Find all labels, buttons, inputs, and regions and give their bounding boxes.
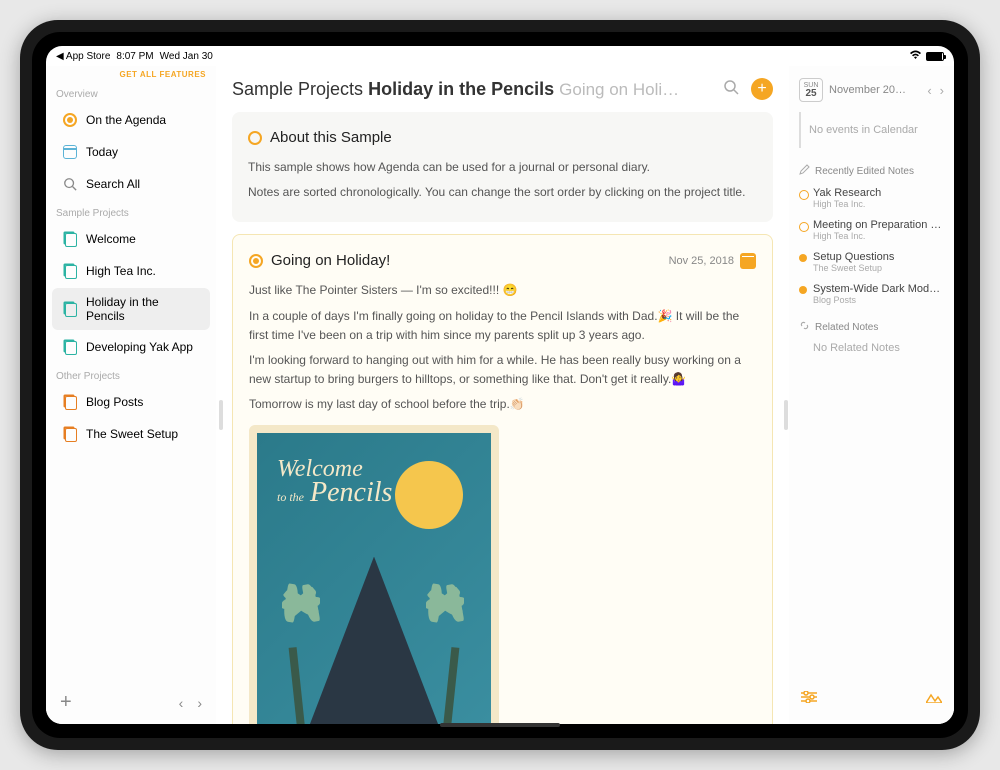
project-icon — [62, 231, 78, 247]
note-title: Going on Holiday! — [271, 249, 390, 273]
status-date: Wed Jan 30 — [160, 51, 213, 62]
calendar-icon — [62, 144, 78, 160]
search-button[interactable] — [723, 79, 739, 100]
project-icon — [62, 263, 78, 279]
status-time: 8:07 PM — [116, 51, 153, 62]
agenda-icon — [62, 112, 78, 128]
breadcrumb-next: Going on Holi… — [559, 80, 679, 99]
note-date-text: Nov 25, 2018 — [669, 253, 734, 271]
note-status-icon — [248, 131, 262, 145]
note-body-text: I'm looking forward to hanging out with … — [249, 351, 756, 389]
note-body-text: Tomorrow is my last day of school before… — [249, 395, 756, 414]
no-events-label: No events in Calendar — [799, 112, 944, 148]
scroll-indicator — [784, 400, 788, 430]
battery-icon — [926, 52, 944, 61]
sidebar-item-on-the-agenda[interactable]: On the Agenda — [52, 105, 210, 135]
main-header: Sample Projects Holiday in the Pencils G… — [216, 66, 789, 112]
right-panel: SUN 25 November 20… ‹ › No events in Cal… — [789, 66, 954, 724]
status-bar: ◀ App Store 8:07 PM Wed Jan 30 — [46, 46, 954, 66]
pencil-icon — [799, 164, 810, 178]
calendar-assigned-icon[interactable] — [740, 253, 756, 269]
settings-icon[interactable] — [801, 690, 817, 706]
wifi-icon — [909, 50, 922, 63]
sidebar-item-label: Blog Posts — [86, 395, 143, 409]
recent-note-setup-questions[interactable]: Setup Questions The Sweet Setup — [789, 246, 954, 278]
note-about-sample[interactable]: About this Sample This sample shows how … — [232, 112, 773, 222]
cal-next-button[interactable]: › — [940, 83, 944, 98]
postcard-image: Welcome to the Pencils — [249, 425, 499, 725]
section-other-projects: Other Projects — [46, 363, 216, 386]
mini-calendar-icon[interactable]: SUN 25 — [799, 78, 823, 102]
project-icon — [62, 394, 78, 410]
project-icon — [62, 339, 78, 355]
new-note-button[interactable]: + — [751, 78, 773, 100]
month-label[interactable]: November 20… — [829, 84, 921, 96]
sidebar-item-holiday-pencils[interactable]: Holiday in the Pencils — [52, 288, 210, 330]
section-sample-projects: Sample Projects — [46, 200, 216, 223]
nav-forward-button[interactable]: › — [197, 695, 202, 711]
note-status-icon — [249, 254, 263, 268]
back-to-app[interactable]: ◀ App Store — [56, 51, 110, 62]
sidebar-item-welcome[interactable]: Welcome — [52, 224, 210, 254]
main-content: Sample Projects Holiday in the Pencils G… — [216, 66, 789, 724]
sidebar-item-search-all[interactable]: Search All — [52, 169, 210, 199]
breadcrumb-title: Holiday in the Pencils — [368, 79, 554, 99]
sidebar-item-label: Welcome — [86, 232, 136, 246]
scroll-indicator — [219, 400, 223, 430]
image-icon[interactable] — [926, 690, 942, 706]
sidebar-item-label: The Sweet Setup — [86, 427, 178, 441]
sidebar-item-label: On the Agenda — [86, 113, 166, 127]
sidebar-item-sweet-setup[interactable]: The Sweet Setup — [52, 419, 210, 449]
sidebar-item-high-tea[interactable]: High Tea Inc. — [52, 256, 210, 286]
note-going-on-holiday[interactable]: Going on Holiday! Nov 25, 2018 Just like… — [232, 234, 773, 724]
search-icon — [62, 176, 78, 192]
recent-note-meeting-prep[interactable]: Meeting on Preparation f… High Tea Inc. — [789, 214, 954, 246]
ipad-frame: ◀ App Store 8:07 PM Wed Jan 30 GET ALL F… — [20, 20, 980, 750]
add-project-button[interactable]: + — [60, 691, 72, 714]
note-body-text: Just like The Pointer Sisters — I'm so e… — [249, 281, 756, 300]
recently-edited-header: Recently Edited Notes — [789, 154, 954, 182]
home-indicator[interactable] — [440, 723, 560, 727]
sidebar-item-label: Search All — [86, 177, 140, 191]
no-related-notes-label: No Related Notes — [789, 338, 954, 358]
sidebar-item-label: Today — [86, 145, 118, 159]
related-notes-header: Related Notes — [789, 310, 954, 338]
recent-note-dark-mode[interactable]: System-Wide Dark Mode… Blog Posts — [789, 278, 954, 310]
section-overview: Overview — [46, 81, 216, 104]
sidebar-item-developing-yak[interactable]: Developing Yak App — [52, 332, 210, 362]
nav-back-button[interactable]: ‹ — [179, 695, 184, 711]
get-all-features-button[interactable]: GET ALL FEATURES — [46, 66, 216, 81]
sidebar: GET ALL FEATURES Overview On the Agenda … — [46, 66, 216, 724]
breadcrumb-parent: Sample Projects — [232, 79, 363, 99]
breadcrumb[interactable]: Sample Projects Holiday in the Pencils G… — [232, 79, 679, 100]
note-title: About this Sample — [270, 126, 392, 150]
link-icon — [799, 320, 810, 334]
recent-note-yak-research[interactable]: Yak Research High Tea Inc. — [789, 182, 954, 214]
note-body-text: This sample shows how Agenda can be used… — [248, 158, 757, 177]
sidebar-item-label: High Tea Inc. — [86, 264, 156, 278]
sidebar-item-label: Developing Yak App — [86, 340, 193, 354]
note-body-text: In a couple of days I'm finally going on… — [249, 307, 756, 345]
project-icon — [62, 426, 78, 442]
cal-prev-button[interactable]: ‹ — [927, 83, 931, 98]
project-icon — [62, 301, 78, 317]
sidebar-item-blog-posts[interactable]: Blog Posts — [52, 387, 210, 417]
sidebar-item-label: Holiday in the Pencils — [86, 295, 200, 323]
sidebar-item-today[interactable]: Today — [52, 137, 210, 167]
note-body-text: Notes are sorted chronologically. You ca… — [248, 183, 757, 202]
